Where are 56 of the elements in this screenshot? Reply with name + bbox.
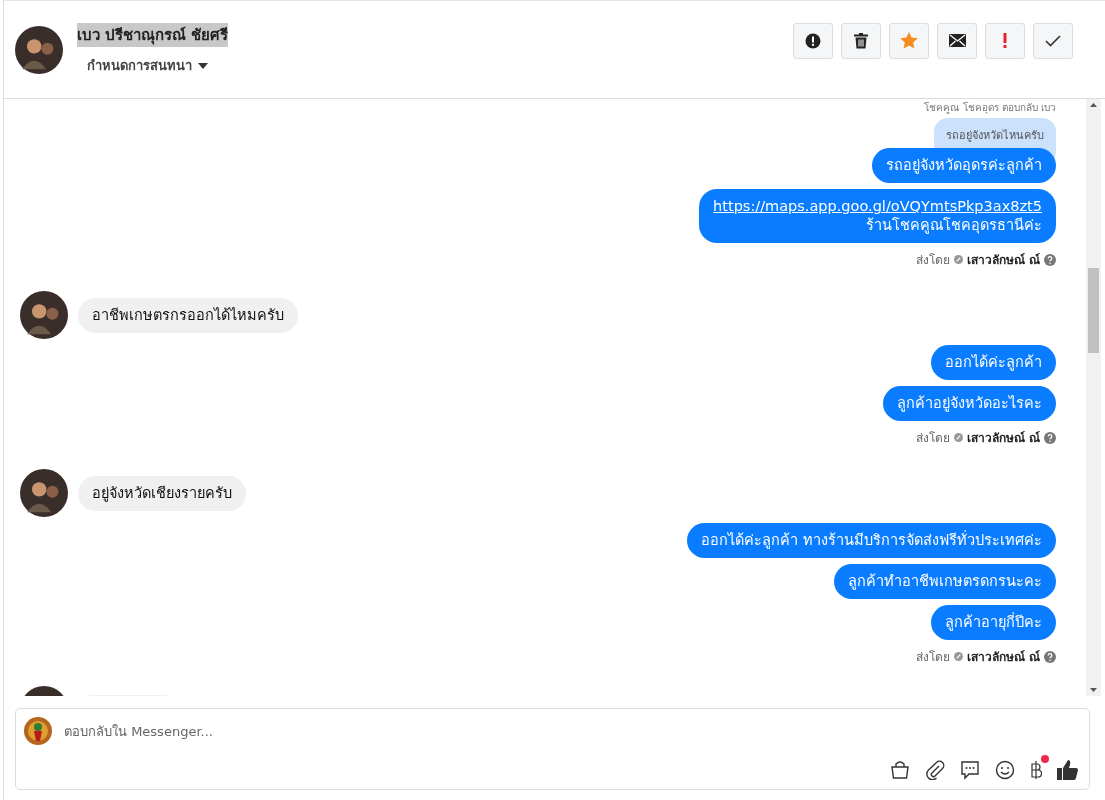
mail-icon — [948, 34, 966, 47]
verified-icon — [953, 652, 963, 661]
message-text: อาชีพเกษตรกรออกได้ไหมครับ — [92, 305, 284, 325]
shopping-bag-icon — [890, 760, 910, 780]
sent-by-label: ส่งโดย — [915, 252, 950, 269]
like-icon — [1057, 759, 1079, 781]
emoji-button[interactable] — [995, 760, 1015, 780]
message-text: ออกได้ค่ะลูกค้า ทางร้านมีบริการจัดส่งฟรีทั่วประเทศค่ะ — [701, 531, 1042, 550]
trash-icon — [854, 32, 868, 49]
chat-icon — [960, 760, 980, 780]
contact-name: เบว ปรีชาณุกรณ์ ชัยศรี — [77, 23, 229, 47]
message-text: ลูกค้าอายุกี่ปีคะ — [945, 613, 1042, 632]
avatar — [20, 291, 68, 339]
message-text: อยู่จังหวัดเชียงรายครับ — [92, 483, 232, 503]
emoji-icon — [995, 760, 1015, 780]
message-text: ลูกค้าอยู่จังหวัดอะไรคะ — [897, 394, 1042, 413]
help-icon[interactable] — [1044, 431, 1056, 444]
alert-icon — [805, 32, 821, 49]
alert-button[interactable] — [793, 22, 833, 59]
help-icon[interactable] — [1044, 650, 1056, 663]
scroll-up-icon[interactable] — [1090, 103, 1097, 107]
verified-icon — [953, 433, 963, 442]
verified-icon — [953, 255, 963, 264]
agent-name[interactable]: เสาวลักษณ์ ณ์ — [966, 428, 1040, 447]
message-text: ออกได้ค่ะลูกค้า — [945, 353, 1042, 372]
exclamation-icon — [1003, 33, 1007, 48]
reply-note: โชคคูณ โชคอุดร ตอบกลับ เบว — [924, 101, 1056, 115]
trash-button[interactable] — [841, 22, 881, 59]
agent-name[interactable]: เสาวลักษณ์ ณ์ — [966, 647, 1040, 666]
scrollbar[interactable] — [1086, 99, 1101, 696]
scroll-down-icon[interactable] — [1090, 688, 1097, 692]
sent-by-label: ส่งโดย — [915, 430, 950, 447]
scroll-thumb[interactable] — [1088, 267, 1099, 353]
star-button[interactable] — [889, 22, 929, 59]
clip-button[interactable] — [925, 760, 945, 780]
page-logo — [24, 717, 52, 745]
check-icon — [1045, 34, 1061, 47]
baht-icon — [1030, 760, 1042, 780]
message-text: ลูกค้าทำอาชีพเกษตรดกรนะคะ — [848, 572, 1042, 591]
mail-button[interactable] — [937, 22, 977, 59]
like-button[interactable] — [1057, 759, 1079, 781]
message-link[interactable]: https://maps.app.goo.gl/oVQYmtsPkp3ax8zt5 — [713, 197, 1042, 216]
check-button[interactable] — [1033, 22, 1073, 59]
help-icon[interactable] — [1044, 253, 1056, 266]
sent-by-label: ส่งโดย — [915, 649, 950, 666]
assign-dropdown[interactable]: กำหนดการสนทนา — [77, 55, 229, 76]
caret-icon — [198, 62, 208, 69]
chat-button[interactable] — [960, 760, 980, 780]
bag-button[interactable] — [890, 760, 910, 780]
agent-name[interactable]: เสาวลักษณ์ ณ์ — [966, 250, 1040, 269]
reply-box[interactable]: ตอบกลับใน Messenger... — [15, 708, 1090, 790]
avatar — [20, 469, 68, 517]
attach-icon — [925, 760, 945, 780]
baht-button[interactable] — [1030, 755, 1049, 780]
message-text: ร้านโชคคูณโชคอุดรธานีค่ะ — [866, 216, 1042, 235]
avatar — [15, 25, 63, 74]
